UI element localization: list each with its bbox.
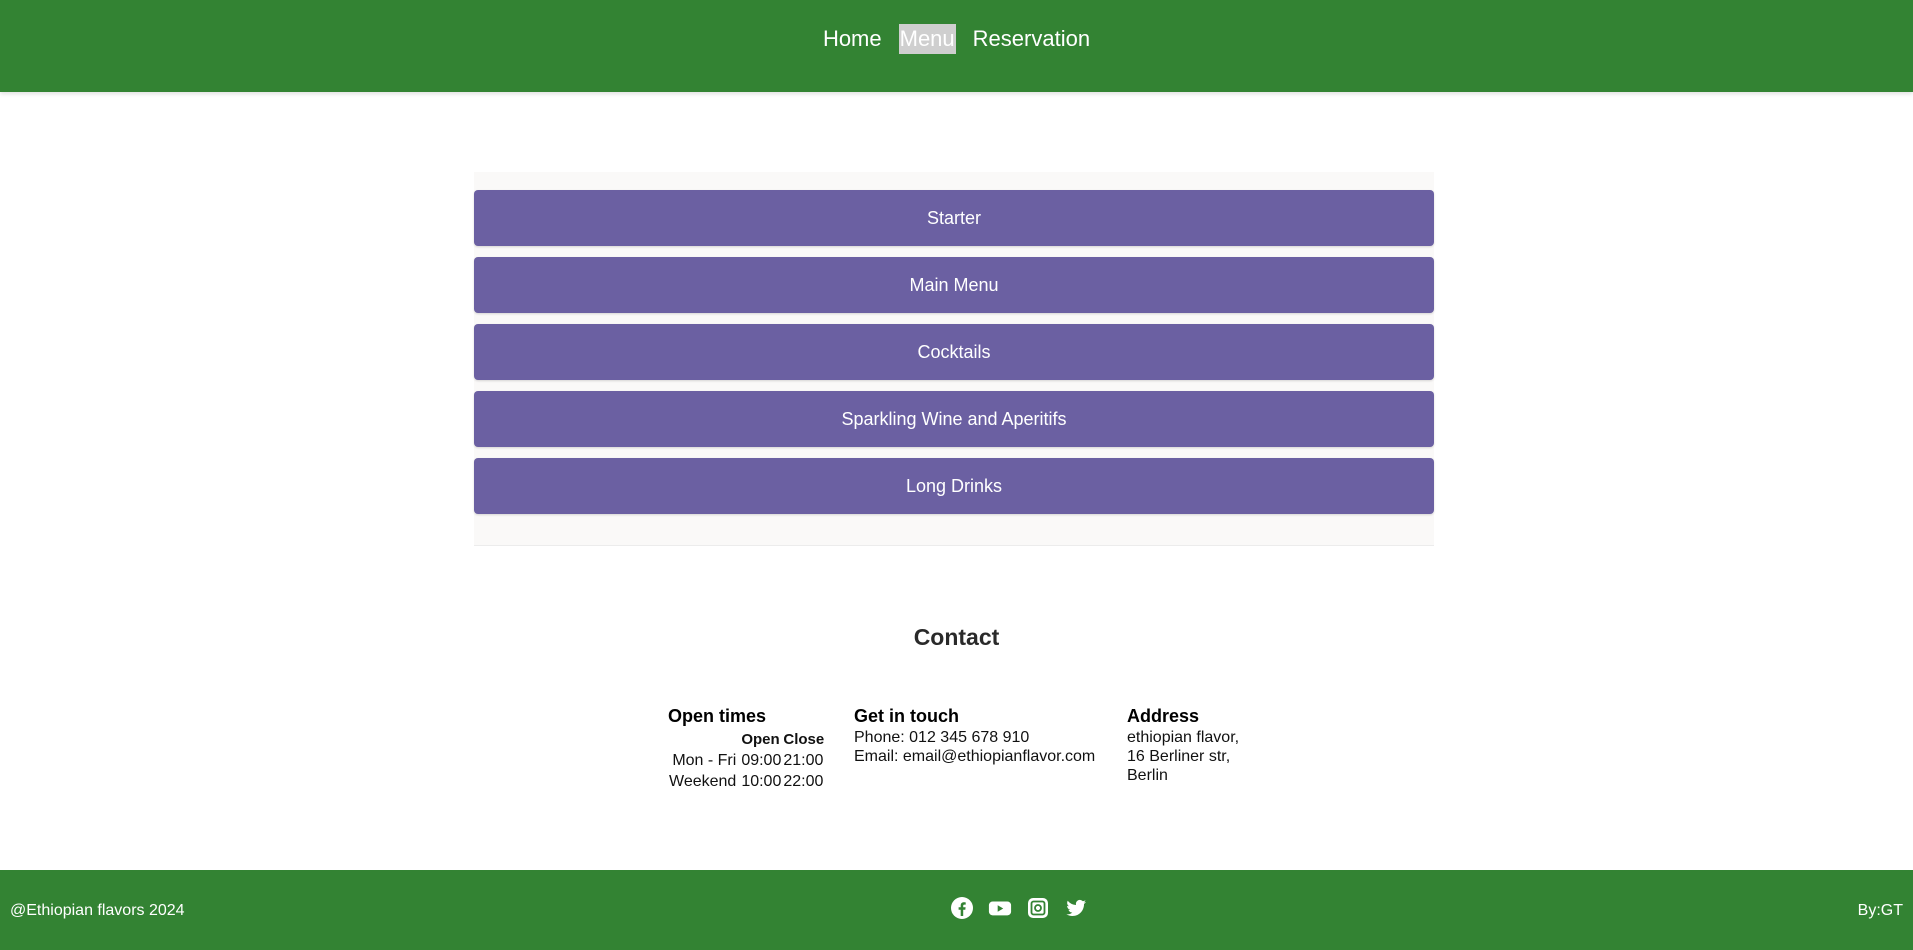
get-in-touch-section: Get in touch Phone: 012 345 678 910 Emai… xyxy=(854,704,1095,766)
twitter-icon[interactable] xyxy=(1064,896,1088,920)
address-section: Address ethiopian flavor, 16 Berliner st… xyxy=(1127,704,1239,785)
open-times-section: Open times Open Close Mon - Fri 09:00 21… xyxy=(668,704,825,792)
menu-category-main-menu-button[interactable]: Main Menu xyxy=(474,257,1434,313)
open-times-day: Weekend xyxy=(669,773,737,790)
social-links xyxy=(950,896,1088,920)
table-row: Mon - Fri 09:00 21:00 xyxy=(668,750,825,771)
site-footer: @Ethiopian flavors 2024 By:GT xyxy=(0,870,1913,950)
phone-text: Phone: 012 345 678 910 xyxy=(854,729,1030,746)
site-header: Home Menu Reservation xyxy=(0,0,1913,92)
address-line: 16 Berliner str, xyxy=(1127,748,1231,765)
menu-category-cocktails-button[interactable]: Cocktails xyxy=(474,324,1434,380)
open-times-header-row: Open Close xyxy=(668,730,825,750)
youtube-icon[interactable] xyxy=(988,896,1012,920)
open-times-table: Open Close Mon - Fri 09:00 21:00 Weekend… xyxy=(668,730,825,792)
facebook-icon[interactable] xyxy=(950,896,974,920)
address-heading: Address xyxy=(1127,706,1200,726)
open-times-day-header xyxy=(668,730,740,750)
author-byline: By:GT xyxy=(1857,902,1903,919)
menu-category-sparkling-wine-button[interactable]: Sparkling Wine and Aperitifs xyxy=(474,391,1434,447)
open-times-close: 21:00 xyxy=(783,752,824,769)
nav-reservation-link[interactable]: Reservation xyxy=(972,24,1091,54)
menu-categories-panel: Starter Main Menu Cocktails Sparkling Wi… xyxy=(474,172,1434,546)
nav-menu-link[interactable]: Menu xyxy=(898,24,956,54)
open-times-day: Mon - Fri xyxy=(672,752,737,769)
open-times-open: 09:00 xyxy=(741,752,782,769)
open-times-open-header: Open xyxy=(741,731,780,748)
menu-category-starter-button[interactable]: Starter xyxy=(474,190,1434,246)
open-times-close: 22:00 xyxy=(783,773,824,790)
instagram-icon[interactable] xyxy=(1026,896,1050,920)
open-times-open: 10:00 xyxy=(741,773,782,790)
main-nav: Home Menu Reservation xyxy=(0,24,1913,54)
nav-home-link[interactable]: Home xyxy=(822,24,883,54)
copyright-text: @Ethiopian flavors 2024 xyxy=(10,902,185,919)
address-line: ethiopian flavor, xyxy=(1127,729,1240,746)
address-line: Berlin xyxy=(1127,767,1168,784)
open-times-heading: Open times xyxy=(668,706,767,726)
table-row: Weekend 10:00 22:00 xyxy=(668,771,825,792)
contact-title: Contact xyxy=(913,624,1000,650)
menu-category-long-drinks-button[interactable]: Long Drinks xyxy=(474,458,1434,514)
open-times-close-header: Close xyxy=(783,731,825,748)
get-in-touch-heading: Get in touch xyxy=(854,706,959,726)
email-text: Email: email@ethiopianflavor.com xyxy=(854,748,1096,765)
